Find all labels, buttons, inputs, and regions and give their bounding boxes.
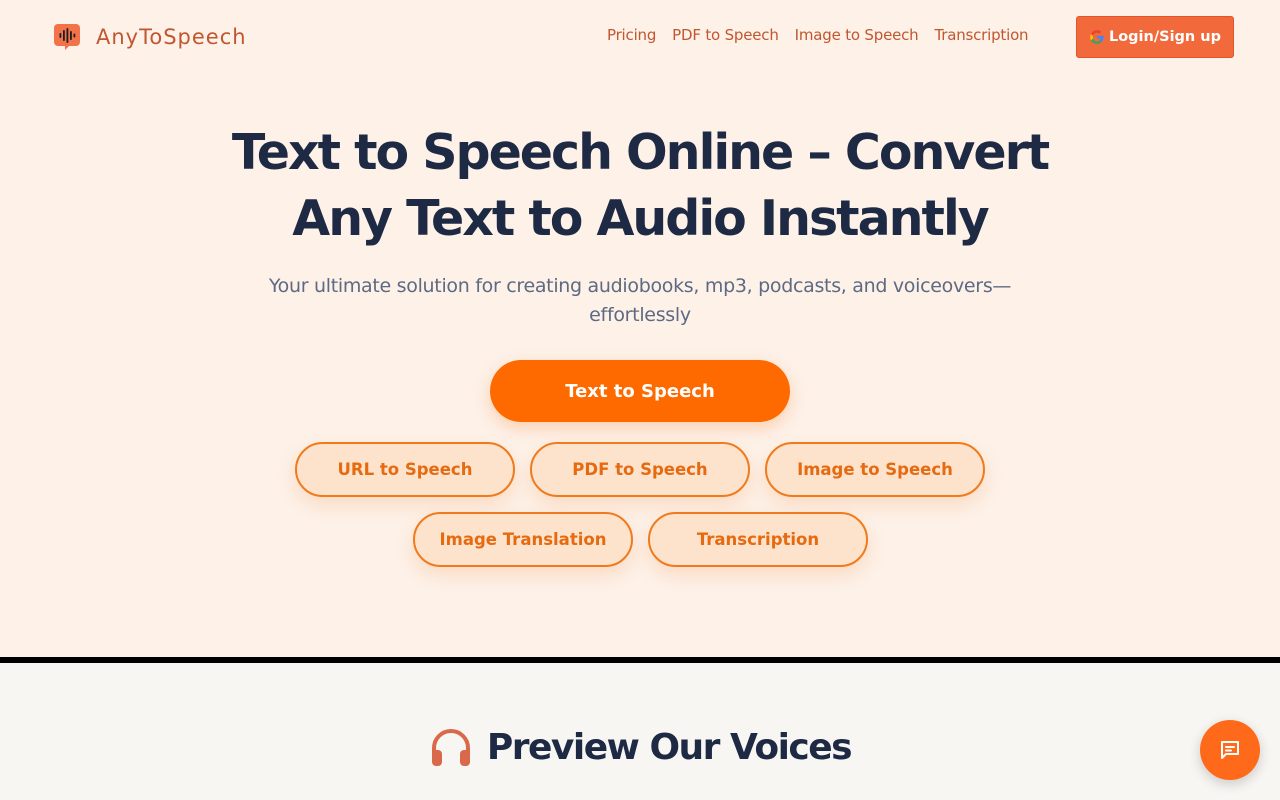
login-signup-label: Login/Sign up [1108,29,1222,45]
nav-link-pricing[interactable]: Pricing [607,26,656,44]
brand-name: AnyToSpeech [96,25,247,49]
brand-logo[interactable]: AnyToSpeech [54,22,247,52]
hero-title-line-2: Any Text to Audio Instantly [292,190,989,247]
url-to-speech-button[interactable]: URL to Speech [295,442,515,497]
transcription-button[interactable]: Transcription [648,512,868,567]
login-signup-button[interactable]: Login/Sign up [1076,16,1234,58]
pdf-to-speech-button[interactable]: PDF to Speech [530,442,750,497]
nav-link-image-to-speech[interactable]: Image to Speech [795,26,919,44]
google-icon [1090,30,1104,44]
nav-link-transcription[interactable]: Transcription [934,26,1028,44]
headphones-icon [431,729,470,766]
image-to-speech-button[interactable]: Image to Speech [765,442,985,497]
hero-title-line-1: Text to Speech Online – Convert [231,124,1050,181]
hero-title: Text to Speech Online – Convert Any Text… [140,120,1140,252]
voices-title: Preview Our Voices [486,726,853,768]
site-header: AnyToSpeech Pricing PDF to Speech Image … [0,0,1280,72]
text-to-speech-button[interactable]: Text to Speech [490,360,790,422]
chat-icon [1221,741,1239,759]
chat-button[interactable] [1200,720,1260,780]
main-nav: Pricing PDF to Speech Image to Speech Tr… [607,26,1029,44]
voices-heading: Preview Our Voices [0,720,1280,774]
image-translation-button[interactable]: Image Translation [413,512,633,567]
sound-wave-bubble-icon [54,24,80,50]
hero-subtitle: Your ultimate solution for creating audi… [268,275,1012,326]
nav-link-pdf-to-speech[interactable]: PDF to Speech [672,26,779,44]
